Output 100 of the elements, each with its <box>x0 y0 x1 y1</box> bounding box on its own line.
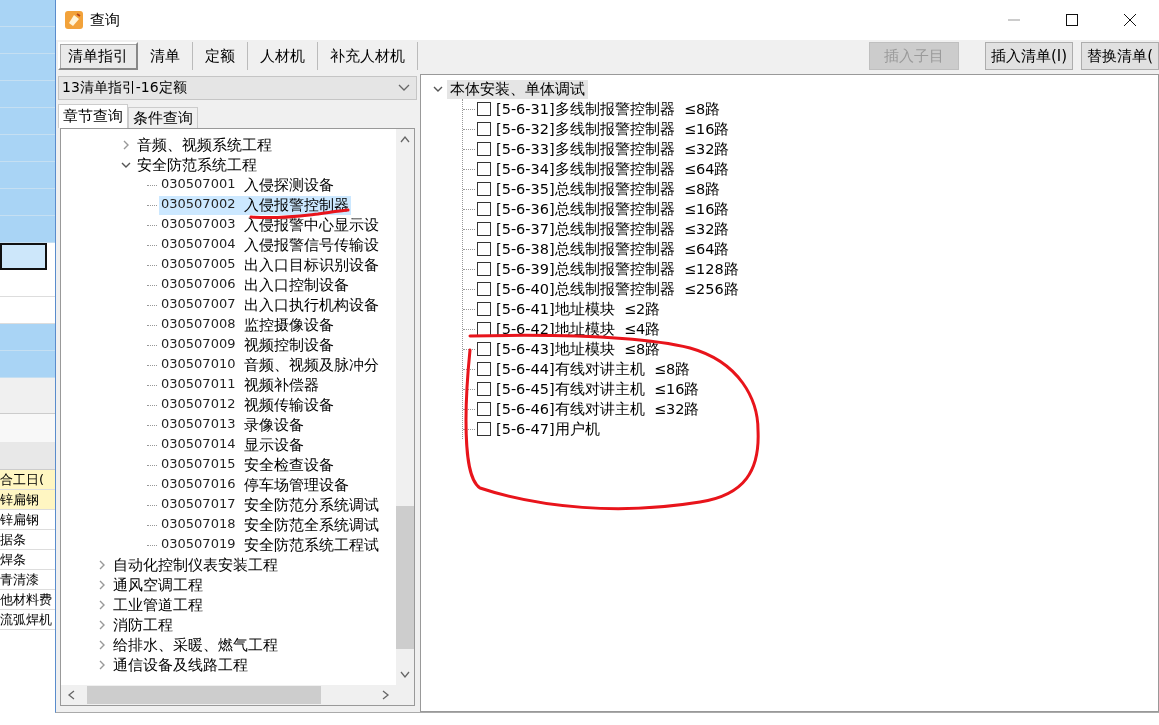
tab[interactable]: 补充人材机 <box>318 42 418 70</box>
sheet-cell <box>0 81 55 108</box>
tree-item[interactable]: 030507009 视频控制设备 <box>159 335 336 355</box>
tree-item[interactable]: 030507010 音频、视频及脉冲分 <box>159 355 381 375</box>
tree-item[interactable]: 030507011 视频补偿器 <box>159 375 321 395</box>
tree-item[interactable]: [5-6-46]有线对讲主机 ≤32路 <box>496 399 700 419</box>
sheet-cell: 锌扁钢 <box>0 490 55 510</box>
chevron-right-icon[interactable] <box>97 640 107 650</box>
checkbox[interactable] <box>477 282 491 296</box>
tree-item[interactable]: 030507015 安全检查设备 <box>159 455 336 475</box>
sheet-cell <box>0 351 55 378</box>
tree-item[interactable]: 自动化控制仪表安装工程 <box>111 555 280 575</box>
tree-item[interactable]: 消防工程 <box>111 615 175 635</box>
sheet-cell <box>0 189 55 216</box>
tree-item[interactable]: [5-6-34]多线制报警控制器 ≤64路 <box>496 159 730 179</box>
tree-item[interactable]: [5-6-39]总线制报警控制器 ≤128路 <box>496 259 739 279</box>
scroll-left-icon <box>67 690 75 700</box>
scroll-up-icon <box>400 135 410 143</box>
tree-item[interactable]: 030507005 出入口目标识别设备 <box>159 255 381 275</box>
chevron-down-icon[interactable] <box>121 160 131 170</box>
tree-item[interactable]: 安全防范系统工程 <box>135 155 259 175</box>
tree-item[interactable]: 030507012 视频传输设备 <box>159 395 336 415</box>
tree-item[interactable]: [5-6-33]多线制报警控制器 ≤32路 <box>496 139 730 159</box>
checkbox[interactable] <box>477 202 491 216</box>
sheet-cell <box>0 162 55 189</box>
tree-item[interactable]: [5-6-45]有线对讲主机 ≤16路 <box>496 379 700 399</box>
tree-item[interactable]: 给排水、采暖、燃气工程 <box>111 635 280 655</box>
chevron-right-icon[interactable] <box>97 600 107 610</box>
tree-item[interactable]: 音频、视频系统工程 <box>135 135 274 155</box>
tree-item[interactable]: [5-6-40]总线制报警控制器 ≤256路 <box>496 279 739 299</box>
tree-item[interactable]: 030507013 录像设备 <box>159 415 306 435</box>
tree-item[interactable]: 030507008 监控摄像设备 <box>159 315 336 335</box>
maximize-icon <box>1066 14 1078 26</box>
tree-item[interactable]: 工业管道工程 <box>111 595 205 615</box>
horizontal-scrollbar[interactable] <box>61 685 396 705</box>
window-title: 查询 <box>90 10 120 30</box>
tree-item[interactable]: [5-6-41]地址模块 ≤2路 <box>496 299 661 319</box>
tree-item[interactable]: 030507001 入侵探测设备 <box>159 175 336 195</box>
scroll-right-icon <box>382 690 390 700</box>
checkbox[interactable] <box>477 222 491 236</box>
tree-item[interactable]: [5-6-43]地址模块 ≤8路 <box>496 339 661 359</box>
tree-item[interactable]: 030507003 入侵报警中心显示设 <box>159 215 381 235</box>
checkbox[interactable] <box>477 382 491 396</box>
checkbox[interactable] <box>477 182 491 196</box>
sheet-cell <box>0 135 55 162</box>
tree-item[interactable]: 030507004 入侵报警信号传输设 <box>159 235 381 255</box>
scroll-down-icon <box>400 671 410 679</box>
checkbox[interactable] <box>477 362 491 376</box>
checkbox[interactable] <box>477 342 491 356</box>
checkbox[interactable] <box>477 242 491 256</box>
tree-item[interactable]: [5-6-44]有线对讲主机 ≤8路 <box>496 359 691 379</box>
tab[interactable]: 清单 <box>138 42 193 70</box>
tree-item[interactable]: 030507017 安全防范分系统调试 <box>159 495 381 515</box>
checkbox[interactable] <box>477 122 491 136</box>
chevron-right-icon[interactable] <box>97 560 107 570</box>
sheet-cell <box>0 216 55 243</box>
checkbox[interactable] <box>477 162 491 176</box>
tree-item[interactable]: [5-6-38]总线制报警控制器 ≤64路 <box>496 239 730 259</box>
sheet-cell: 合工日( <box>0 470 55 490</box>
chevron-right-icon[interactable] <box>97 620 107 630</box>
chevron-down-icon <box>398 84 410 92</box>
toolbar-button[interactable]: 插入清单(I) <box>985 42 1074 70</box>
tree-item[interactable]: [5-6-32]多线制报警控制器 ≤16路 <box>496 119 730 139</box>
tree-item[interactable]: [5-6-37]总线制报警控制器 ≤32路 <box>496 219 730 239</box>
tree-item[interactable]: 通风空调工程 <box>111 575 205 595</box>
checkbox[interactable] <box>477 102 491 116</box>
tree-item[interactable]: 030507016 停车场管理设备 <box>159 475 351 495</box>
tree-item[interactable]: 030507018 安全防范全系统调试 <box>159 515 381 535</box>
tree-item[interactable]: [5-6-35]总线制报警控制器 ≤8路 <box>496 179 721 199</box>
app-logo-icon <box>64 10 84 30</box>
sheet-cell <box>0 108 55 135</box>
tree-item[interactable]: 030507007 出入口执行机构设备 <box>159 295 381 315</box>
tree-item[interactable]: [5-6-42]地址模块 ≤4路 <box>496 319 661 339</box>
tab[interactable]: 人材机 <box>248 42 318 70</box>
tree-item[interactable]: 通信设备及线路工程 <box>111 655 250 675</box>
toolbar-button[interactable]: 替换清单( <box>1081 42 1159 70</box>
tab[interactable]: 清单指引 <box>58 42 138 70</box>
tree-item[interactable]: 030507019 安全防范系统工程试 <box>159 535 381 555</box>
tree-item[interactable]: 030507014 显示设备 <box>159 435 306 455</box>
sheet-cell <box>0 54 55 81</box>
tree-item[interactable]: [5-6-47]用户机 <box>496 419 600 439</box>
checkbox[interactable] <box>477 262 491 276</box>
chevron-right-icon[interactable] <box>97 660 107 670</box>
checkbox[interactable] <box>477 422 491 436</box>
vertical-scrollbar[interactable] <box>396 129 414 685</box>
sheet-cell <box>0 27 55 54</box>
tree-item[interactable]: [5-6-31]多线制报警控制器 ≤8路 <box>496 99 721 119</box>
chevron-right-icon[interactable] <box>97 580 107 590</box>
tab[interactable]: 定额 <box>193 42 248 70</box>
checkbox[interactable] <box>477 142 491 156</box>
library-dropdown[interactable]: 13清单指引-16定额 <box>58 76 417 100</box>
tab[interactable]: 章节查询 <box>58 104 128 128</box>
tab[interactable]: 条件查询 <box>128 107 198 128</box>
checkbox[interactable] <box>477 302 491 316</box>
chevron-right-icon[interactable] <box>121 140 131 150</box>
chevron-down-icon[interactable] <box>433 84 443 94</box>
tree-item[interactable]: 本体安装、单体调试 <box>447 79 588 99</box>
checkbox[interactable] <box>477 402 491 416</box>
tree-item[interactable]: 030507006 出入口控制设备 <box>159 275 351 295</box>
tree-item[interactable]: [5-6-36]总线制报警控制器 ≤16路 <box>496 199 730 219</box>
